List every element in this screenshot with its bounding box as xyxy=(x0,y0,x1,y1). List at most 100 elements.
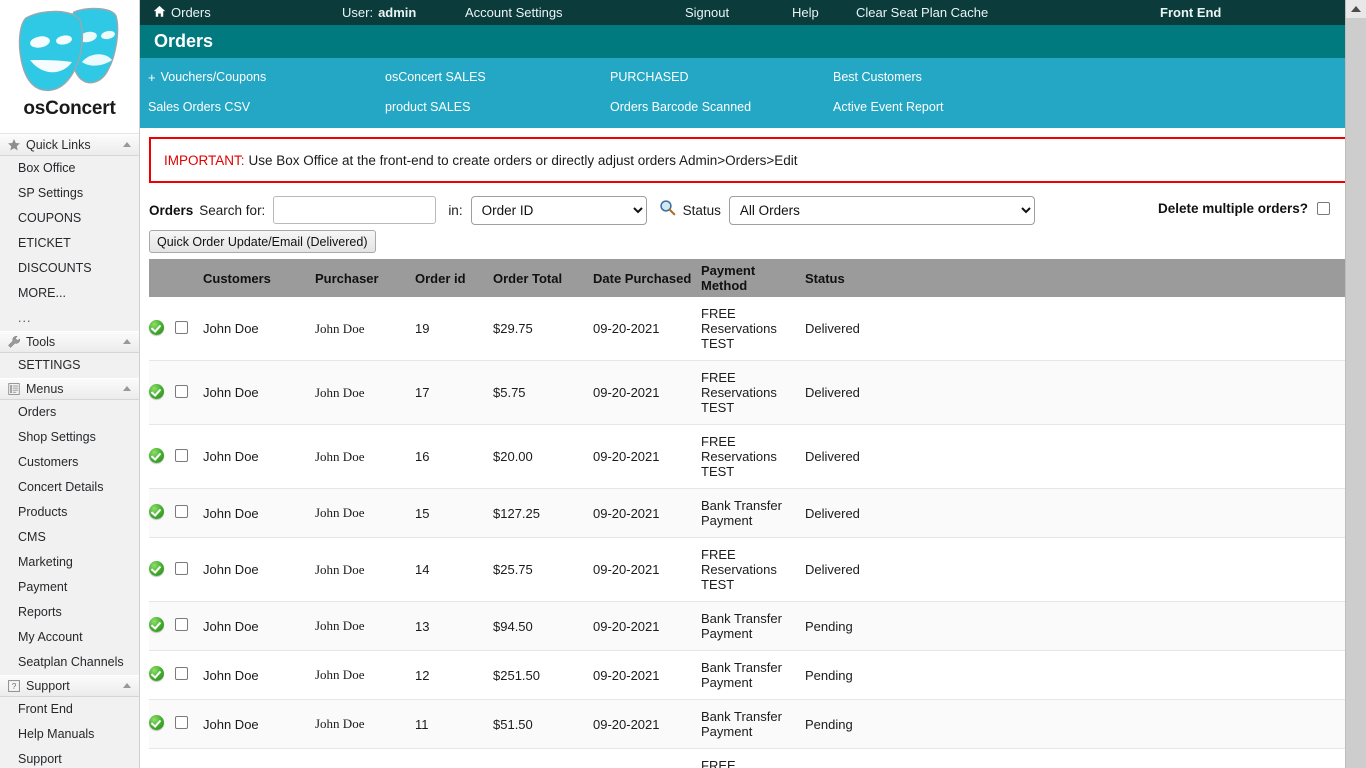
table-row[interactable]: John DoeJohn Doe14$25.7509-20-2021FREE R… xyxy=(149,538,1356,602)
search-icon[interactable] xyxy=(659,199,676,221)
subnav-link-label: Active Event Report xyxy=(833,100,943,114)
sidebar-section-header-support[interactable]: ?Support xyxy=(0,675,139,697)
cell-status: Pending xyxy=(805,602,925,651)
row-checkbox[interactable] xyxy=(175,449,188,462)
cell-payment-method: Bank Transfer Payment xyxy=(701,700,805,749)
sidebar-item-help-manuals[interactable]: Help Manuals xyxy=(0,722,139,747)
subnav-link-osconcert-sales[interactable]: osConcert SALES xyxy=(385,62,486,92)
table-row[interactable]: John DoeJohn Doe17$5.7509-20-2021FREE Re… xyxy=(149,361,1356,425)
column-header-payment-method: Payment Method xyxy=(701,259,805,297)
delete-multiple-checkbox[interactable] xyxy=(1317,202,1330,215)
table-header-row: CustomersPurchaserOrder idOrder TotalDat… xyxy=(149,259,1356,297)
sidebar-item-payment[interactable]: Payment xyxy=(0,575,139,600)
row-checkbox[interactable] xyxy=(175,618,188,631)
sidebar-item-eticket[interactable]: ETICKET xyxy=(0,231,139,256)
sidebar-item-my-account[interactable]: My Account xyxy=(0,625,139,650)
sidebar-item-shop-settings[interactable]: Shop Settings xyxy=(0,425,139,450)
row-checkbox[interactable] xyxy=(175,505,188,518)
sidebar-item-orders[interactable]: Orders xyxy=(0,400,139,425)
subnav-link-orders-barcode-scanned[interactable]: Orders Barcode Scanned xyxy=(610,92,751,122)
chevron-up-icon[interactable] xyxy=(123,142,131,147)
subnav-link-sales-orders-csv[interactable]: Sales Orders CSV xyxy=(148,92,250,122)
sidebar-item-discounts[interactable]: DISCOUNTS xyxy=(0,256,139,281)
sidebar-section-header-quick-links[interactable]: Quick Links xyxy=(0,134,139,156)
table-row[interactable]: John DoeJohn Doe11$51.5009-20-2021Bank T… xyxy=(149,700,1356,749)
scrollbar-thumb[interactable] xyxy=(1347,18,1366,578)
quick-order-update-button[interactable]: Quick Order Update/Email (Delivered) xyxy=(149,230,376,253)
sidebar-item-support[interactable]: Support xyxy=(0,747,139,768)
table-row[interactable]: John DoeJohn Doe10$13.2509-20-2021FREE R… xyxy=(149,749,1356,768)
subnav-link-active-event-report[interactable]: Active Event Report xyxy=(833,92,943,122)
sidebar-item-sp-settings[interactable]: SP Settings xyxy=(0,181,139,206)
scrollbar-up-arrow[interactable] xyxy=(1346,0,1366,18)
cell-order-id: 15 xyxy=(415,489,493,538)
sidebar-item-more[interactable]: MORE... xyxy=(0,281,139,306)
topbar-home-link[interactable]: Orders xyxy=(153,5,211,21)
topbar-front-end-link[interactable]: Front End xyxy=(1160,0,1221,25)
sidebar-item-reports[interactable]: Reports xyxy=(0,600,139,625)
in-label: in: xyxy=(448,203,462,218)
table-row[interactable]: John DoeJohn Doe19$29.7509-20-2021FREE R… xyxy=(149,297,1356,361)
table-row[interactable]: John DoeJohn Doe15$127.2509-20-2021Bank … xyxy=(149,489,1356,538)
cell-customer: John Doe xyxy=(203,651,315,700)
sidebar-item-more[interactable]: ... xyxy=(0,306,139,331)
subnav-link-product-sales[interactable]: product SALES xyxy=(385,92,470,122)
cell-payment-method: FREE Reservations TEST xyxy=(701,361,805,425)
search-input[interactable] xyxy=(273,196,436,224)
table-row[interactable]: John DoeJohn Doe12$251.5009-20-2021Bank … xyxy=(149,651,1356,700)
search-field-select[interactable]: Order IDCustomer NameOrder TotalDate Pur… xyxy=(471,196,647,225)
green-check-icon xyxy=(149,666,164,681)
cell-payment-method: Bank Transfer Payment xyxy=(701,651,805,700)
subnav-link-vouchers-coupons[interactable]: +Vouchers/Coupons xyxy=(148,62,266,92)
cell-purchaser: John Doe xyxy=(315,749,415,768)
sidebar-item-front-end[interactable]: Front End xyxy=(0,697,139,722)
search-label: Search for: xyxy=(199,203,265,218)
sidebar-section-header-tools[interactable]: Tools xyxy=(0,331,139,353)
cell-date-purchased: 09-20-2021 xyxy=(593,602,701,651)
orders-table-body: John DoeJohn Doe19$29.7509-20-2021FREE R… xyxy=(149,297,1356,768)
sidebar-item-products[interactable]: Products xyxy=(0,500,139,525)
vertical-scrollbar[interactable] xyxy=(1345,0,1366,768)
cell-order-id: 19 xyxy=(415,297,493,361)
sidebar-section-header-menus[interactable]: Menus xyxy=(0,378,139,400)
sidebar-item-seatplan-channels[interactable]: Seatplan Channels xyxy=(0,650,139,675)
topbar-help-link[interactable]: Help xyxy=(792,0,819,25)
topbar-account-settings-link[interactable]: Account Settings xyxy=(465,0,563,25)
row-checkbox[interactable] xyxy=(175,562,188,575)
cell-payment-method: FREE Reservations TEST xyxy=(701,749,805,768)
cell-payment-method: Bank Transfer Payment xyxy=(701,602,805,651)
subnav-link-label: Vouchers/Coupons xyxy=(161,70,267,84)
green-check-icon xyxy=(149,384,164,399)
sidebar-item-box-office[interactable]: Box Office xyxy=(0,156,139,181)
chevron-up-icon[interactable] xyxy=(123,683,131,688)
topbar-clear-seat-plan-cache-link[interactable]: Clear Seat Plan Cache xyxy=(856,0,988,25)
table-row[interactable]: John DoeJohn Doe16$20.0009-20-2021FREE R… xyxy=(149,425,1356,489)
subnav-link-purchased[interactable]: PURCHASED xyxy=(610,62,689,92)
row-checkbox[interactable] xyxy=(175,321,188,334)
admin-page: osConcert Quick LinksBox OfficeSP Settin… xyxy=(0,0,1366,768)
cell-payment-method: FREE Reservations TEST xyxy=(701,538,805,602)
cell-order-id: 11 xyxy=(415,700,493,749)
sidebar-item-settings[interactable]: SETTINGS xyxy=(0,353,139,378)
subnav-link-best-customers[interactable]: Best Customers xyxy=(833,62,922,92)
topbar-signout-link[interactable]: Signout xyxy=(685,0,729,25)
cell-actions xyxy=(925,651,1356,700)
home-icon xyxy=(153,5,166,21)
table-row[interactable]: John DoeJohn Doe13$94.5009-20-2021Bank T… xyxy=(149,602,1356,651)
main-content: Orders User: admin Account Settings Sign… xyxy=(140,0,1366,768)
sub-navigation-row-1: +Vouchers/Coupons osConcert SALES PURCHASE… xyxy=(140,62,1366,92)
sidebar-item-customers[interactable]: Customers xyxy=(0,450,139,475)
row-checkbox[interactable] xyxy=(175,667,188,680)
cell-actions xyxy=(925,749,1356,768)
row-select-cell xyxy=(175,489,203,538)
chevron-up-icon[interactable] xyxy=(123,339,131,344)
row-checkbox[interactable] xyxy=(175,716,188,729)
brand-logo[interactable]: osConcert xyxy=(0,0,139,134)
chevron-up-icon[interactable] xyxy=(123,386,131,391)
row-checkbox[interactable] xyxy=(175,385,188,398)
sidebar-item-cms[interactable]: CMS xyxy=(0,525,139,550)
sidebar-item-coupons[interactable]: COUPONS xyxy=(0,206,139,231)
status-filter-select[interactable]: All OrdersPendingProcessingDeliveredCanc… xyxy=(729,196,1035,225)
sidebar-item-concert-details[interactable]: Concert Details xyxy=(0,475,139,500)
sidebar-item-marketing[interactable]: Marketing xyxy=(0,550,139,575)
